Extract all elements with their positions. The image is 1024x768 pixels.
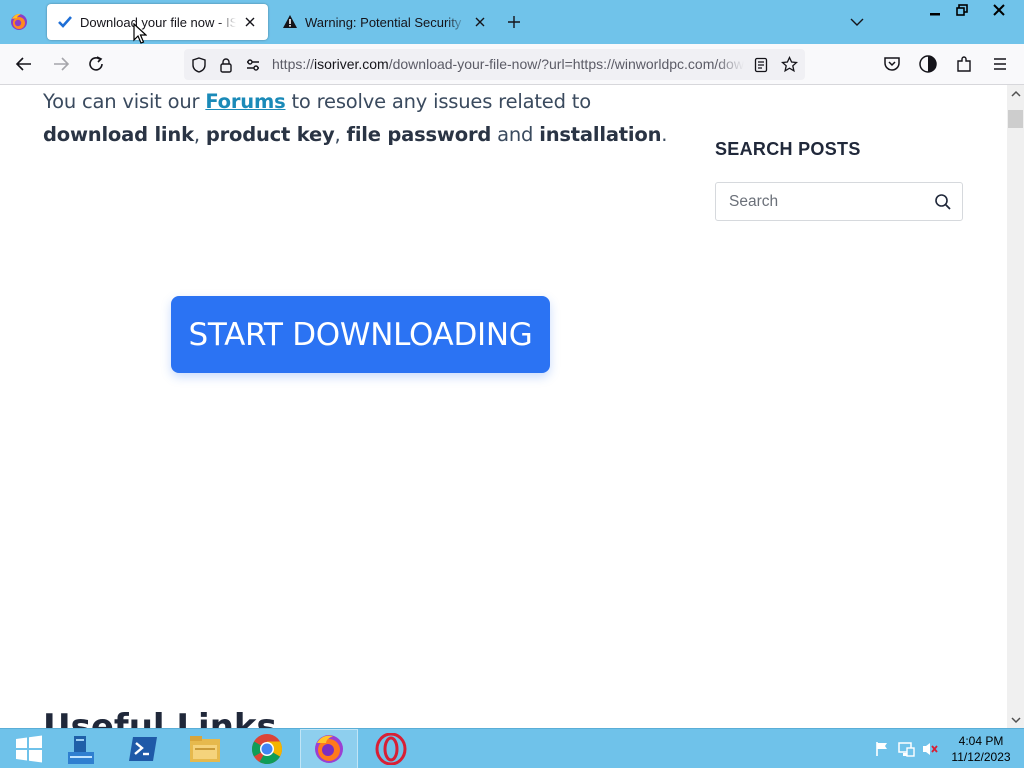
url-host: isoriver.com bbox=[314, 56, 389, 72]
intro-bold-text: download link bbox=[43, 123, 194, 146]
search-placeholder: Search bbox=[729, 193, 779, 210]
intro-bold-text: product key bbox=[205, 123, 335, 146]
extensions-icon[interactable] bbox=[954, 54, 974, 74]
minimize-window-icon[interactable] bbox=[922, 0, 948, 20]
windows-logo-icon bbox=[16, 735, 42, 763]
url-path: /download-your-file-now/?url=https://win… bbox=[388, 56, 744, 72]
tab-download-your-file[interactable]: Download your file now - ISORiver bbox=[47, 4, 268, 40]
clock-date: 11/12/2023 bbox=[951, 750, 1011, 764]
navigation-toolbar: https://isoriver.com/download-your-file-… bbox=[0, 44, 1024, 85]
intro-bold-text: file password bbox=[346, 123, 492, 146]
opera-icon bbox=[375, 733, 407, 765]
account-icon[interactable] bbox=[918, 54, 938, 74]
page-content: You can visit our Forums to resolve any … bbox=[0, 85, 1007, 728]
intro-paragraph: You can visit our Forums to resolve any … bbox=[43, 85, 673, 151]
intro-text: and bbox=[491, 123, 540, 146]
taskbar-powershell[interactable] bbox=[114, 729, 172, 768]
lock-icon[interactable] bbox=[217, 56, 234, 73]
taskbar-file-explorer[interactable] bbox=[176, 729, 234, 768]
intro-text: , bbox=[334, 123, 347, 146]
tab-strip: Download your file now - ISORiver Warnin… bbox=[0, 0, 1024, 44]
start-downloading-button[interactable]: START DOWNLOADING bbox=[171, 296, 550, 373]
back-arrow-icon[interactable] bbox=[14, 54, 34, 74]
start-button[interactable] bbox=[0, 729, 58, 768]
mouse-cursor-icon bbox=[133, 23, 147, 44]
search-icon[interactable] bbox=[934, 193, 952, 211]
useful-links-heading: Useful Links bbox=[43, 707, 277, 728]
bookmark-star-icon[interactable] bbox=[781, 56, 798, 73]
intro-text: . bbox=[661, 123, 668, 146]
restore-window-icon[interactable] bbox=[949, 0, 975, 20]
intro-text: to resolve any issues related to bbox=[285, 90, 591, 113]
taskbar-firefox[interactable] bbox=[300, 729, 358, 768]
tracking-shield-icon[interactable] bbox=[190, 56, 207, 73]
taskbar-server-manager[interactable] bbox=[52, 729, 110, 768]
scrollbar-thumb[interactable] bbox=[1008, 110, 1023, 128]
reader-view-icon[interactable] bbox=[752, 56, 769, 73]
forums-link[interactable]: Forums bbox=[205, 90, 285, 113]
chrome-icon bbox=[251, 734, 283, 765]
new-tab-icon[interactable] bbox=[505, 13, 523, 31]
intro-text: You can visit our bbox=[43, 90, 206, 113]
firefox-icon bbox=[315, 735, 343, 763]
address-bar[interactable]: https://isoriver.com/download-your-file-… bbox=[184, 49, 805, 80]
server-manager-icon bbox=[68, 736, 94, 764]
action-center-flag-icon[interactable] bbox=[873, 740, 891, 758]
clock-time: 4:04 PM bbox=[958, 734, 1004, 748]
taskbar-chrome[interactable] bbox=[238, 729, 296, 768]
firefox-view-icon[interactable] bbox=[9, 12, 29, 32]
search-posts-heading: SEARCH POSTS bbox=[715, 139, 861, 159]
close-tab-icon[interactable] bbox=[242, 14, 258, 30]
close-tab-icon[interactable] bbox=[472, 14, 488, 30]
scroll-down-arrow-icon[interactable] bbox=[1007, 711, 1024, 728]
tab-title: Warning: Potential Security Risk Ahead bbox=[305, 14, 466, 30]
search-input[interactable]: Search bbox=[715, 182, 963, 221]
menu-icon[interactable] bbox=[990, 54, 1010, 74]
warning-icon bbox=[282, 14, 298, 30]
permissions-icon[interactable] bbox=[244, 56, 261, 73]
powershell-icon bbox=[129, 737, 157, 761]
intro-bold-text: installation bbox=[539, 123, 662, 146]
intro-text: , bbox=[193, 123, 206, 146]
scroll-up-arrow-icon[interactable] bbox=[1007, 85, 1024, 102]
system-clock[interactable]: 4:04 PM 11/12/2023 bbox=[946, 733, 1016, 765]
tab-title: Download your file now - ISORiver bbox=[80, 14, 236, 30]
url-text[interactable]: https://isoriver.com/download-your-file-… bbox=[272, 56, 744, 74]
volume-muted-icon[interactable] bbox=[921, 740, 939, 758]
vertical-scrollbar[interactable] bbox=[1007, 85, 1024, 728]
chevron-down-icon[interactable] bbox=[849, 14, 865, 30]
url-scheme: https:// bbox=[272, 56, 315, 72]
reload-icon[interactable] bbox=[86, 54, 106, 74]
taskbar-opera[interactable] bbox=[362, 729, 420, 768]
blue-checkmark-icon bbox=[57, 14, 73, 30]
close-window-icon[interactable] bbox=[976, 0, 1022, 20]
taskbar: 4:04 PM 11/12/2023 bbox=[0, 728, 1024, 768]
pocket-icon[interactable] bbox=[882, 54, 902, 74]
tab-security-warning[interactable]: Warning: Potential Security Risk Ahead bbox=[272, 4, 498, 40]
network-icon[interactable] bbox=[897, 740, 915, 758]
forward-arrow-icon[interactable] bbox=[51, 54, 71, 74]
folder-icon bbox=[190, 736, 220, 762]
